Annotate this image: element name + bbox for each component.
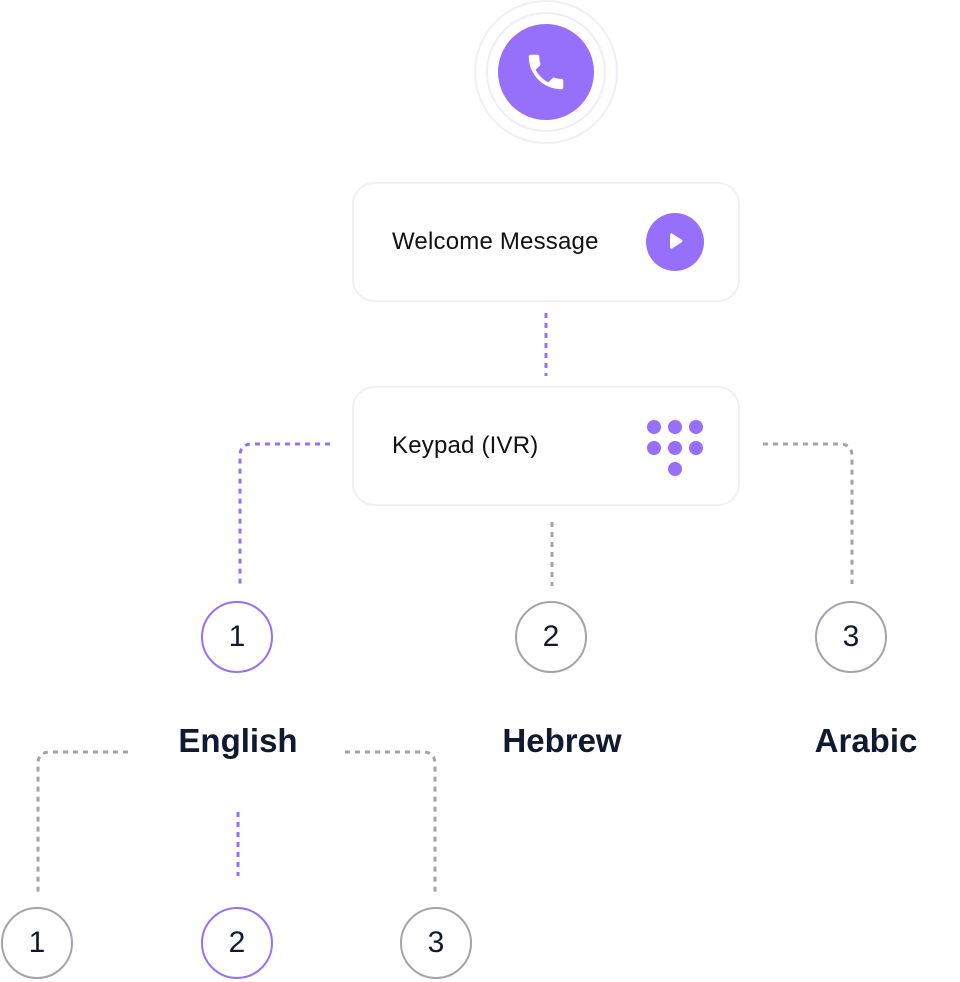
language-hebrew: Hebrew — [502, 722, 622, 759]
play-icon — [670, 233, 683, 249]
language-arabic: Arabic — [814, 722, 918, 759]
call-start-button[interactable] — [498, 24, 594, 120]
option-1-number: 1 — [228, 620, 246, 653]
option-3-circle[interactable]: 3 — [815, 601, 887, 673]
phone-icon — [528, 54, 564, 90]
english-sub-option-3-circle[interactable]: 3 — [400, 907, 472, 979]
english-sub-option-1-circle[interactable]: 1 — [1, 907, 73, 979]
english-sub-option-2-circle[interactable]: 2 — [201, 907, 273, 979]
option-2-circle[interactable]: 2 — [515, 601, 587, 673]
option-1-circle[interactable]: 1 — [201, 601, 273, 673]
english-sub-option-3-number: 3 — [427, 926, 445, 959]
welcome-message-card[interactable]: Welcome Message — [352, 182, 740, 302]
language-english: English — [178, 722, 298, 759]
keypad-ivr-card[interactable]: Keypad (IVR) — [352, 386, 740, 506]
english-sub-option-1-number: 1 — [28, 926, 46, 959]
keypad-icon — [647, 420, 703, 476]
connector-keypad-option-3 — [763, 442, 854, 584]
play-button[interactable] — [646, 213, 704, 271]
connector-keypad-option-1 — [238, 442, 330, 584]
option-3-number: 3 — [842, 620, 860, 653]
option-2-number: 2 — [542, 620, 560, 653]
connector-english-sub-3 — [345, 750, 437, 892]
keypad-ivr-label: Keypad (IVR) — [392, 432, 539, 459]
connector-english-sub-1 — [36, 750, 128, 892]
welcome-message-label: Welcome Message — [392, 228, 599, 255]
english-sub-option-2-number: 2 — [228, 926, 246, 959]
